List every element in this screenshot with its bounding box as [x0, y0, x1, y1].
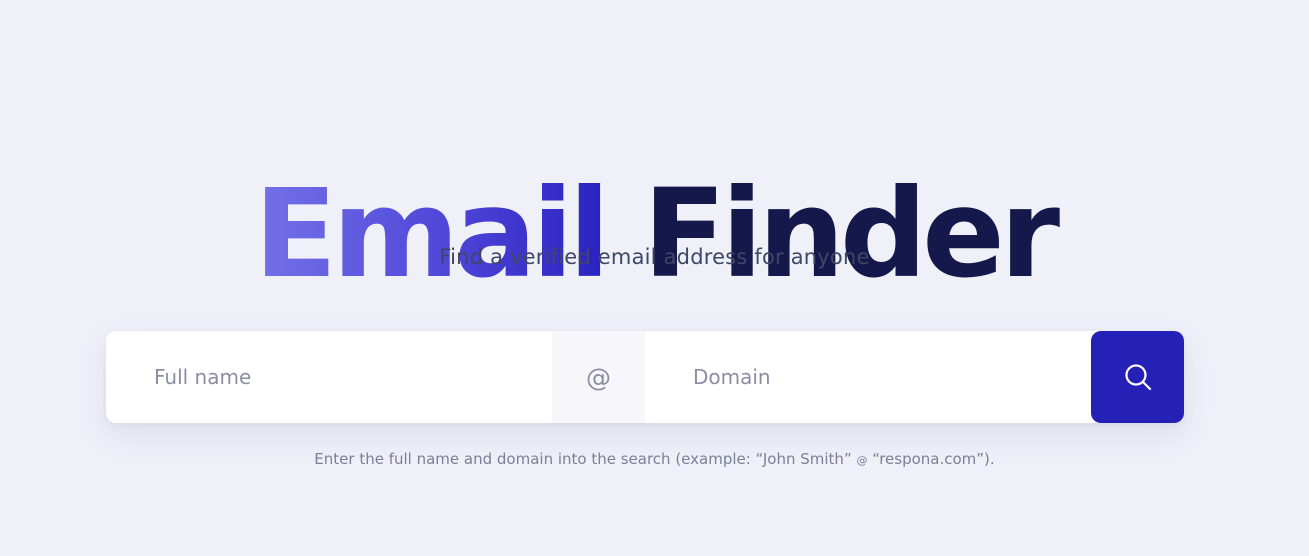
full-name-input[interactable] — [106, 331, 552, 423]
title-accent-word: Email — [253, 162, 610, 305]
search-icon — [1124, 364, 1151, 391]
search-bar: @ — [106, 331, 1184, 423]
at-separator: @ — [552, 331, 645, 423]
page-subtitle: Find a verified email address for anyone — [439, 245, 870, 269]
title-main-word: Finder — [642, 162, 1060, 305]
hint-text-start: Enter the full name and domain into the … — [314, 450, 857, 468]
hint-text-end: “respona.com”). — [867, 450, 995, 468]
hint-at-symbol: @ — [856, 454, 868, 467]
search-button[interactable] — [1091, 331, 1184, 423]
page-title: Email Finder — [0, 164, 1309, 304]
domain-input[interactable] — [645, 331, 1091, 423]
search-hint: Enter the full name and domain into the … — [0, 448, 1309, 472]
